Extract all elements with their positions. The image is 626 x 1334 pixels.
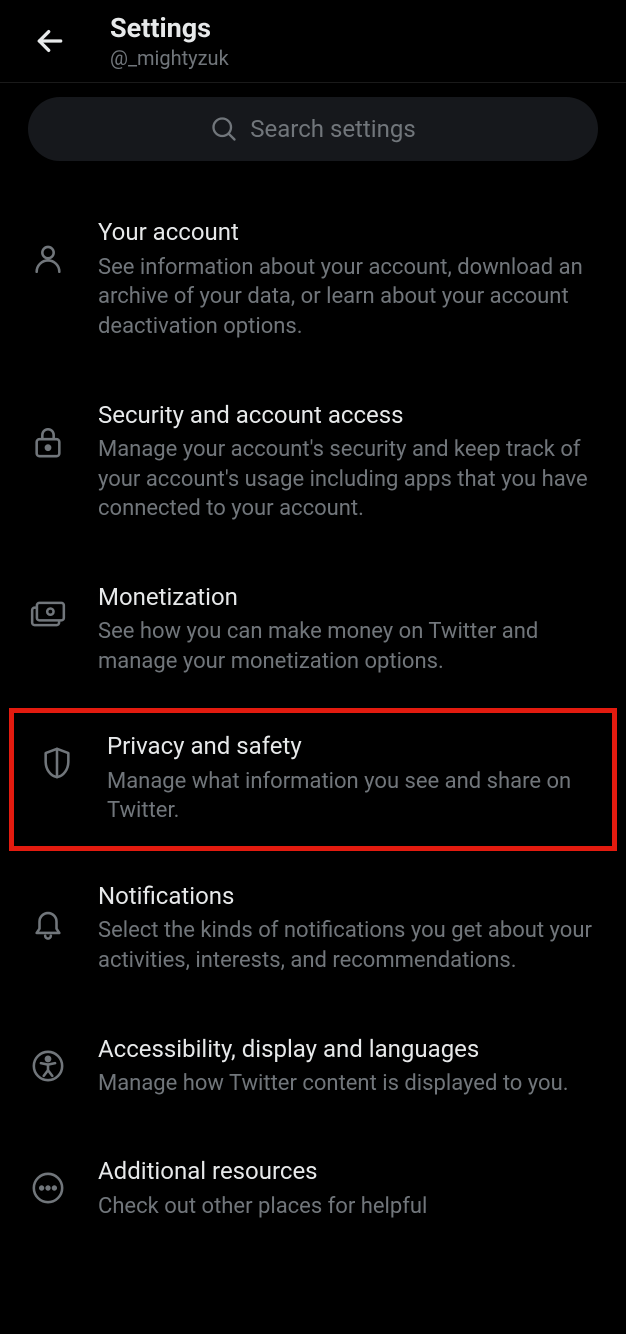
- header: Settings @_mightyzuk: [0, 0, 626, 83]
- item-content: Security and account access Manage your …: [98, 400, 604, 524]
- item-description: Select the kinds of notifications you ge…: [98, 916, 604, 975]
- item-title: Accessibility, display and languages: [98, 1034, 604, 1065]
- more-icon: [28, 1168, 68, 1208]
- back-button[interactable]: [28, 19, 72, 63]
- item-description: Manage how Twitter content is displayed …: [98, 1069, 604, 1099]
- search-input[interactable]: Search settings: [28, 97, 598, 161]
- settings-item-security[interactable]: Security and account access Manage your …: [0, 372, 626, 554]
- shield-icon: [37, 743, 77, 783]
- item-content: Privacy and safety Manage what informati…: [107, 731, 595, 826]
- settings-item-notifications[interactable]: Notifications Select the kinds of notifi…: [0, 853, 626, 1006]
- item-description: See how you can make money on Twitter an…: [98, 617, 604, 676]
- money-icon: [28, 594, 68, 634]
- item-content: Your account See information about your …: [98, 217, 604, 341]
- accessibility-icon: [28, 1046, 68, 1086]
- lock-icon: [28, 422, 68, 462]
- header-text: Settings @_mightyzuk: [110, 12, 229, 70]
- user-icon: [28, 239, 68, 279]
- settings-item-your-account[interactable]: Your account See information about your …: [0, 189, 626, 371]
- item-description: See information about your account, down…: [98, 253, 604, 342]
- bell-icon: [28, 903, 68, 943]
- item-content: Accessibility, display and languages Man…: [98, 1034, 604, 1099]
- username: @_mightyzuk: [110, 46, 229, 70]
- search-placeholder: Search settings: [250, 115, 415, 143]
- item-description: Check out other places for helpful: [98, 1192, 604, 1222]
- item-title: Notifications: [98, 881, 604, 912]
- item-title: Security and account access: [98, 400, 604, 431]
- settings-item-privacy[interactable]: Privacy and safety Manage what informati…: [9, 708, 617, 851]
- item-title: Privacy and safety: [107, 731, 595, 762]
- settings-item-accessibility[interactable]: Accessibility, display and languages Man…: [0, 1006, 626, 1129]
- page-title: Settings: [110, 12, 229, 44]
- item-content: Additional resources Check out other pla…: [98, 1156, 604, 1221]
- item-content: Notifications Select the kinds of notifi…: [98, 881, 604, 976]
- search-container: Search settings: [0, 83, 626, 179]
- item-description: Manage your account's security and keep …: [98, 435, 604, 524]
- item-description: Manage what information you see and shar…: [107, 767, 595, 826]
- settings-item-additional[interactable]: Additional resources Check out other pla…: [0, 1128, 626, 1251]
- item-title: Monetization: [98, 582, 604, 613]
- item-title: Additional resources: [98, 1156, 604, 1187]
- back-arrow-icon: [34, 25, 66, 57]
- settings-list: Your account See information about your …: [0, 179, 626, 1261]
- settings-item-monetization[interactable]: Monetization See how you can make money …: [0, 554, 626, 707]
- item-content: Monetization See how you can make money …: [98, 582, 604, 677]
- item-title: Your account: [98, 217, 604, 248]
- search-icon: [210, 115, 238, 143]
